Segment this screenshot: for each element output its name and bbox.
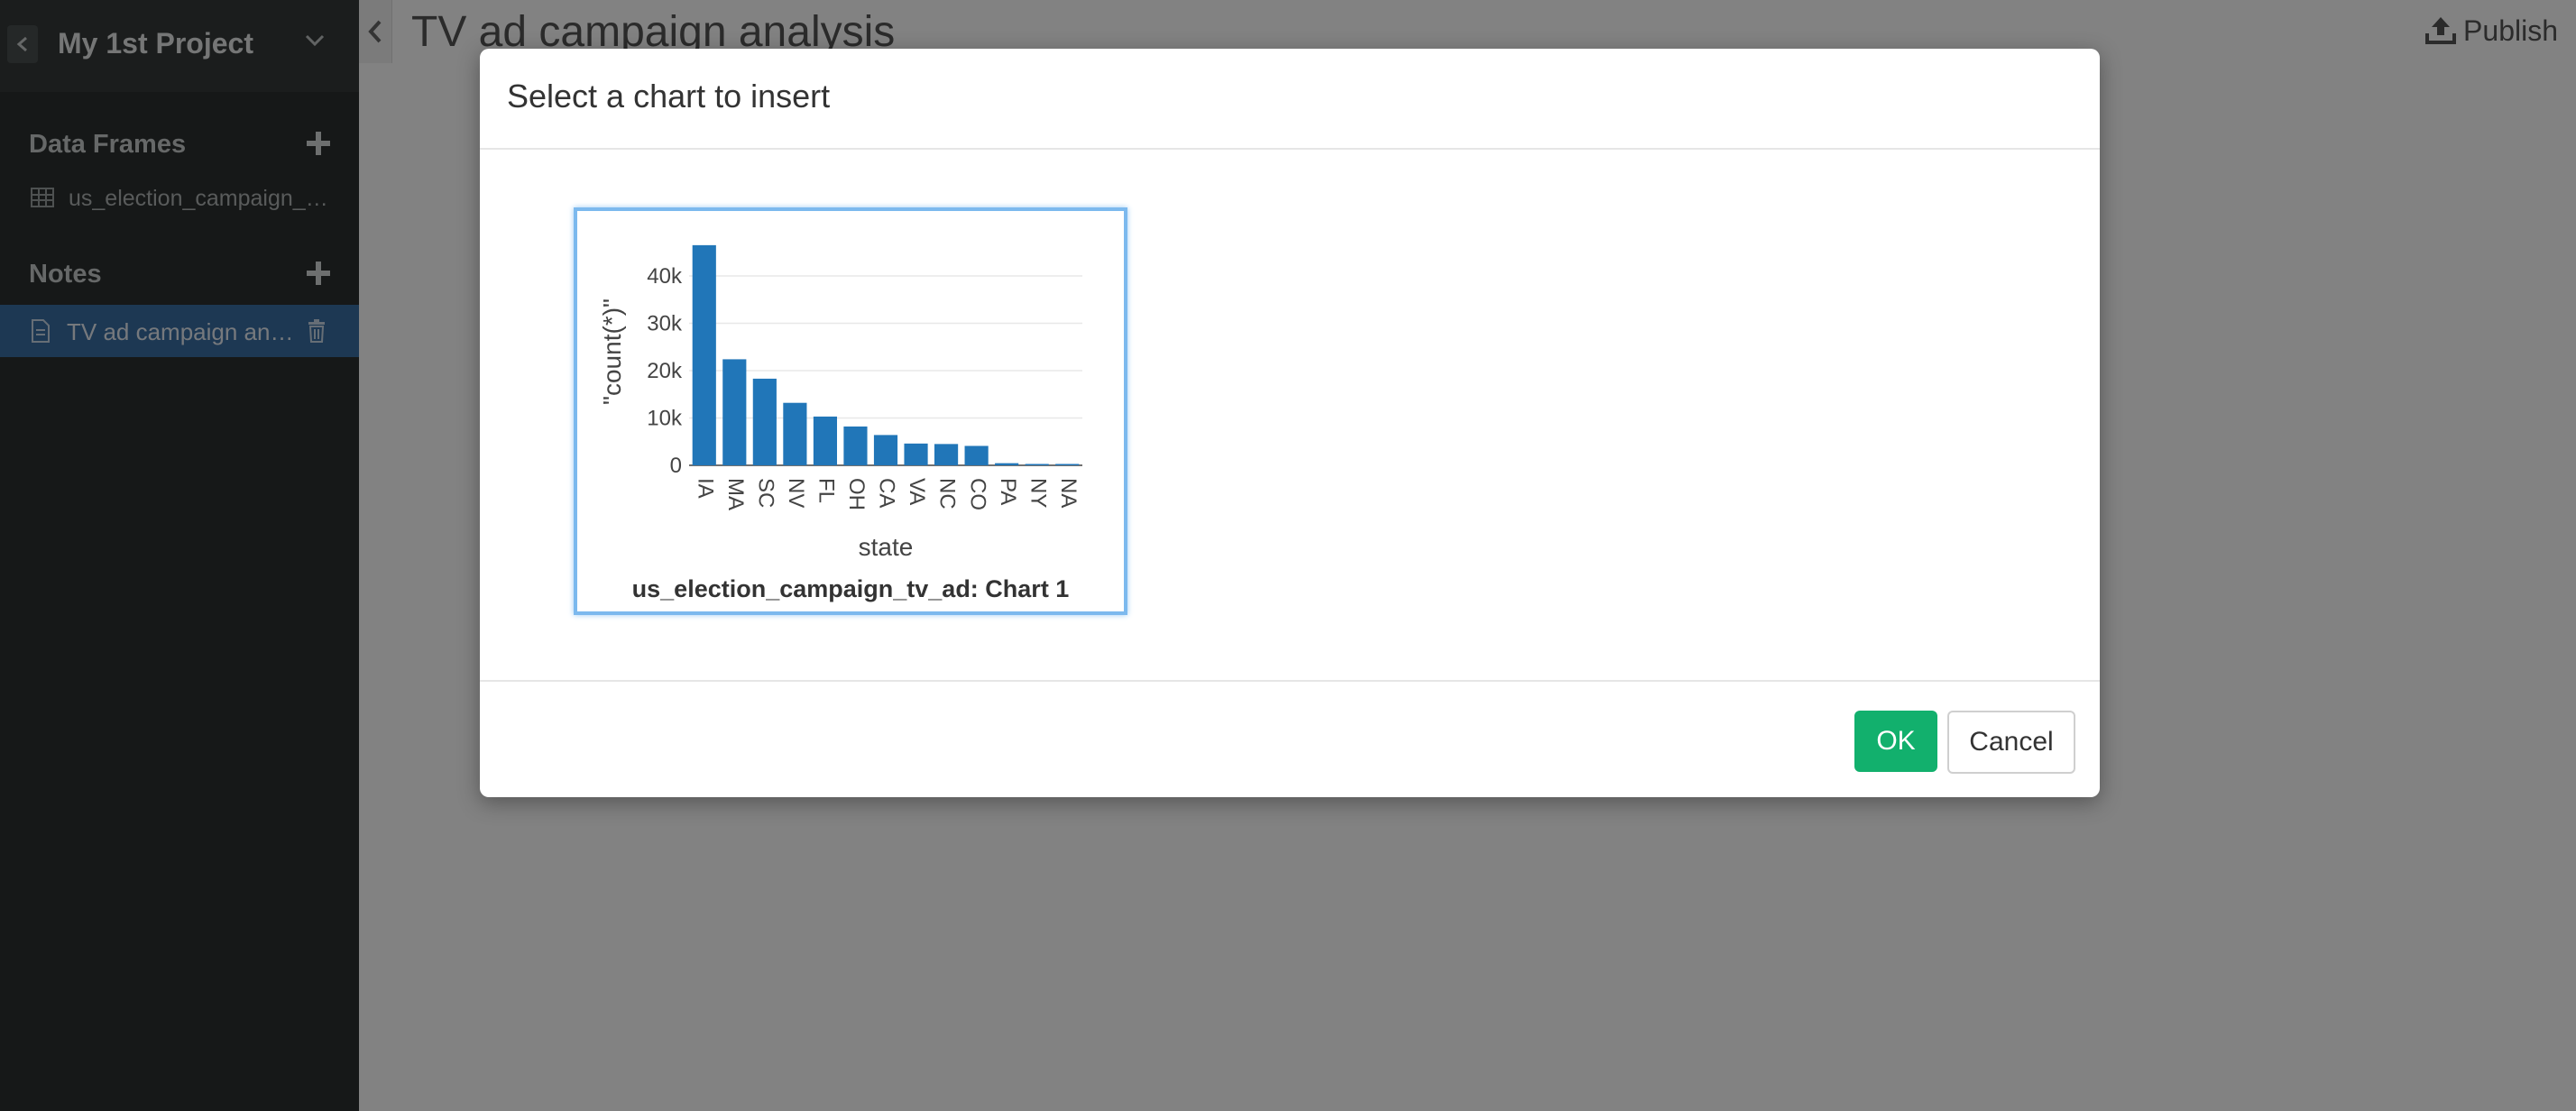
- x-tick-label: CA: [875, 478, 899, 508]
- bar: [904, 443, 928, 465]
- bar: [964, 445, 989, 465]
- dialog-title: Select a chart to insert: [507, 78, 831, 115]
- x-axis-title: state: [859, 533, 914, 561]
- bar: [934, 444, 959, 465]
- x-tick-label: OH: [844, 478, 869, 510]
- dialog-footer: OK Cancel: [480, 680, 2100, 799]
- cancel-button[interactable]: Cancel: [1947, 711, 2075, 774]
- y-tick-label: 0: [670, 454, 682, 478]
- bar-chart: 0 10k 20k 30k 40k IA MA SC NV FL OH CA VA NC CO PA NY NA s…: [598, 244, 1082, 561]
- y-axis-title: "count(*)": [598, 298, 626, 405]
- x-tick-label: PA: [996, 478, 1020, 505]
- x-tick-label: CO: [965, 478, 989, 510]
- bar: [1025, 464, 1049, 465]
- chart-caption: us_election_campaign_tv_ad: Chart 1: [631, 575, 1070, 602]
- x-tick-label: IA: [693, 478, 717, 499]
- x-tick-label: MA: [723, 478, 748, 510]
- bar: [752, 378, 777, 465]
- y-tick-label: 30k: [647, 312, 683, 336]
- x-tick-label: SC: [754, 478, 778, 508]
- ok-button[interactable]: OK: [1854, 711, 1937, 772]
- bar: [873, 435, 898, 465]
- x-tick-label: NV: [784, 478, 808, 508]
- bar: [995, 463, 1019, 465]
- bar: [813, 416, 838, 465]
- dialog-header: Select a chart to insert: [480, 49, 2100, 150]
- bar: [722, 359, 747, 465]
- chart-thumbnail-card[interactable]: 0 10k 20k 30k 40k IA MA SC NV FL OH CA VA NC CO PA NY NA s…: [574, 207, 1127, 615]
- bar: [843, 426, 868, 465]
- x-tick-label: FL: [814, 478, 839, 503]
- x-tick-label: NA: [1056, 478, 1081, 508]
- y-tick-label: 40k: [647, 264, 683, 289]
- x-tick-label: VA: [905, 478, 929, 505]
- bar: [692, 244, 716, 465]
- y-tick-label: 10k: [647, 407, 683, 431]
- x-tick-label: NY: [1026, 478, 1050, 508]
- y-tick-label: 20k: [647, 359, 683, 383]
- bar: [1055, 464, 1080, 465]
- x-tick-label: NC: [935, 478, 960, 510]
- insert-chart-dialog: Select a chart to insert 0 10k 20k 30k 40k IA…: [480, 49, 2100, 797]
- bar: [783, 402, 807, 465]
